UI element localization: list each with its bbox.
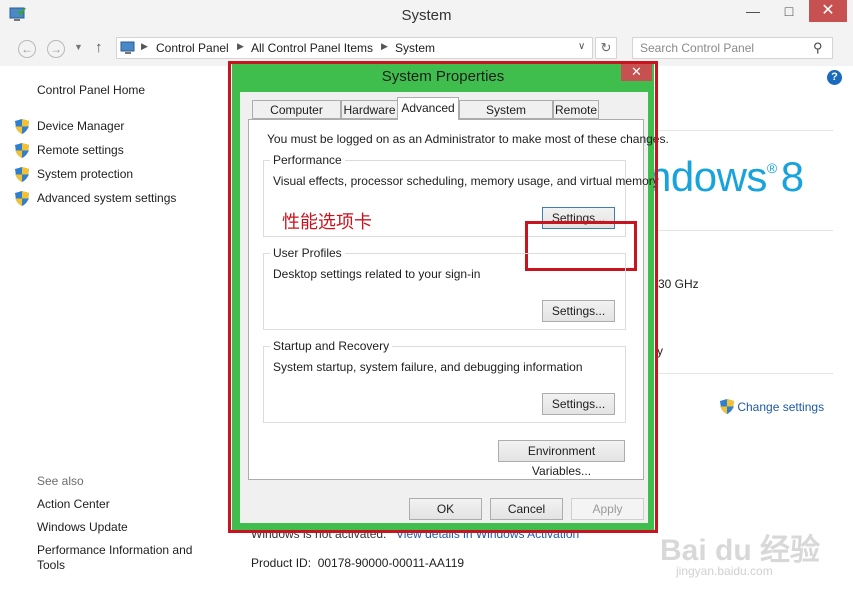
title-bar: System — □ ✕ xyxy=(0,0,853,32)
breadcrumb-separator-icon: ▶ xyxy=(237,41,244,51)
processor-speed-text: 30 GHz xyxy=(658,277,699,291)
system-protection-link[interactable]: System protection xyxy=(37,167,133,181)
search-input[interactable]: Search Control Panel ⚲ xyxy=(632,37,833,59)
close-button[interactable]: ✕ xyxy=(809,0,847,22)
shield-icon xyxy=(720,399,734,414)
sidebar-item-advanced-system-settings[interactable] xyxy=(15,191,29,209)
refresh-icon[interactable]: ↻ xyxy=(595,37,617,59)
up-arrow-icon[interactable]: ↑ xyxy=(95,39,103,56)
product-id: Product ID: 00178-90000-00011-AA119 xyxy=(251,556,465,570)
help-icon[interactable]: ? xyxy=(827,70,842,85)
action-center-link[interactable]: Action Center xyxy=(37,497,110,511)
tab-advanced[interactable]: Advanced xyxy=(397,97,459,120)
baidu-watermark-url: jingyan.baidu.com xyxy=(676,564,773,578)
advanced-system-settings-link[interactable]: Advanced system settings xyxy=(37,191,176,205)
shield-icon xyxy=(15,119,29,134)
remote-settings-link[interactable]: Remote settings xyxy=(37,143,124,157)
window-title: System xyxy=(401,7,452,24)
search-placeholder: Search Control Panel xyxy=(640,41,755,55)
recent-locations-chevron-icon[interactable]: ▼ xyxy=(74,42,83,52)
search-icon[interactable]: ⚲ xyxy=(813,40,823,56)
sidebar-item-device-manager[interactable] xyxy=(15,119,29,137)
change-settings-link[interactable]: Change settings xyxy=(720,399,824,417)
divider xyxy=(655,230,833,231)
control-panel-home-link[interactable]: Control Panel Home xyxy=(37,83,145,97)
minimize-button[interactable]: — xyxy=(739,0,767,22)
breadcrumb-system[interactable]: System xyxy=(395,41,435,55)
device-manager-link[interactable]: Device Manager xyxy=(37,119,124,133)
forward-arrow-icon[interactable]: → xyxy=(47,40,65,58)
sidebar-item-system-protection[interactable] xyxy=(15,167,29,185)
maximize-button[interactable]: □ xyxy=(775,0,803,22)
divider xyxy=(655,373,833,374)
see-also-heading: See also xyxy=(37,474,84,488)
windows-update-link[interactable]: Windows Update xyxy=(37,520,128,534)
breadcrumb-control-panel[interactable]: Control Panel xyxy=(156,41,229,55)
windows-8-logo: ndows®8 xyxy=(648,153,804,200)
change-settings-label: Change settings xyxy=(737,400,825,414)
shield-icon xyxy=(15,167,29,182)
address-dropdown-chevron-icon[interactable]: ∨ xyxy=(578,41,585,52)
breadcrumb-all-items[interactable]: All Control Panel Items xyxy=(251,41,373,55)
breadcrumb-separator-icon: ▶ xyxy=(381,41,388,51)
performance-information-link[interactable]: Performance Information and Tools xyxy=(37,543,212,573)
breadcrumb-separator-icon: ▶ xyxy=(141,41,148,51)
divider xyxy=(655,130,833,131)
baidu-watermark-logo: Bai du 经验 xyxy=(660,534,821,567)
sidebar-item-remote-settings[interactable] xyxy=(15,143,29,161)
shield-icon xyxy=(15,143,29,158)
control-panel-icon xyxy=(120,41,136,55)
address-bar[interactable]: ▶ Control Panel ▶ All Control Panel Item… xyxy=(116,37,593,59)
back-arrow-icon[interactable]: ← xyxy=(18,40,36,58)
shield-icon xyxy=(15,191,29,206)
annotation-outline xyxy=(228,61,658,533)
